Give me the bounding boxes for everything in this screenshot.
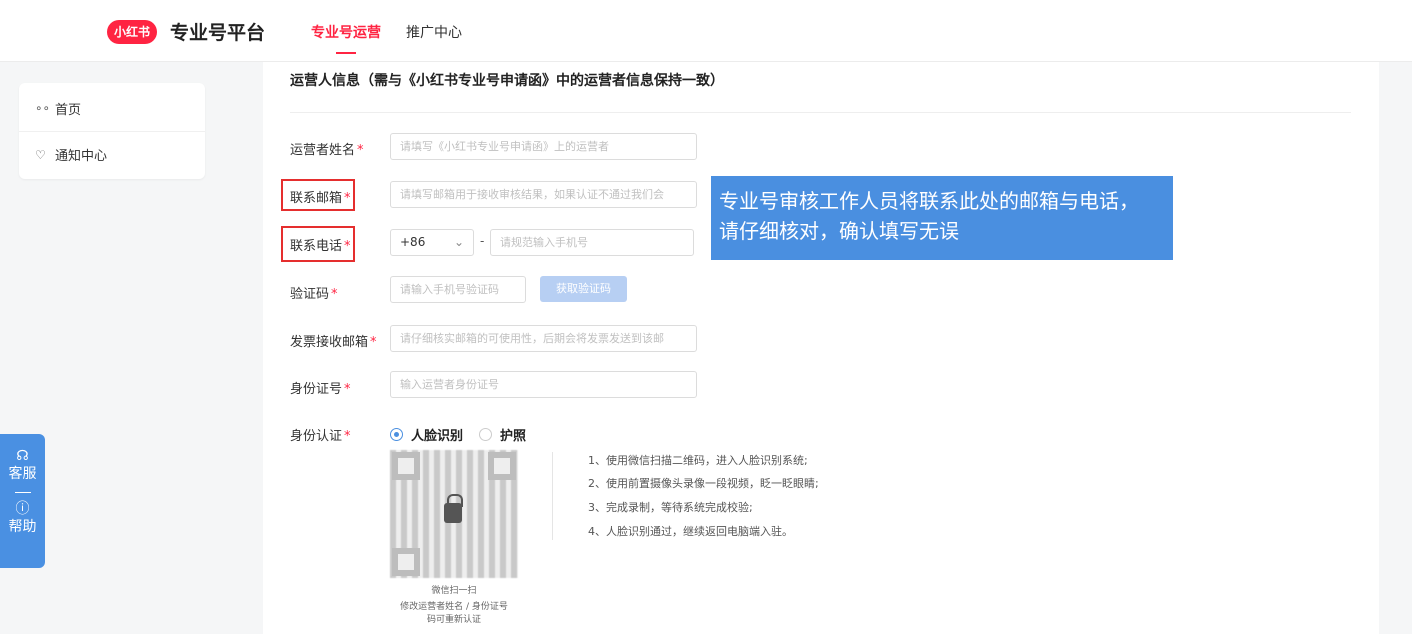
- operator-name-input[interactable]: 请填写《小红书专业号申请函》上的运营者: [390, 133, 697, 160]
- tab-pro-operation[interactable]: 专业号运营: [311, 22, 381, 42]
- invoice-email-label: 发票接收邮箱 *: [290, 335, 377, 350]
- invoice-email-input[interactable]: 请仔细核实邮箱的可使用性，后期会将发票发送到该邮: [390, 325, 697, 352]
- callout-line-1: 专业号审核工作人员将联系此处的邮箱与电话，: [719, 189, 1139, 213]
- main-content: 运营人信息（需与《小红书专业号申请函》中的运营者信息保持一致） 运营者姓名 * 请…: [263, 62, 1379, 634]
- lock-icon: [444, 494, 463, 523]
- instruction-step-4: 4、人脸识别通过，继续返回电脑端入驻。: [588, 525, 793, 538]
- operator-name-label: 运营者姓名 *: [290, 143, 364, 158]
- divider: [14, 492, 31, 493]
- chevron-down-icon: ⌄: [453, 235, 464, 249]
- steps-divider: [552, 452, 553, 540]
- bell-icon: ♡: [35, 147, 46, 162]
- radio-unchecked-icon: [479, 428, 492, 441]
- floating-service-panel: ☊ 客服 ⓘ 帮助: [0, 434, 45, 568]
- help-button[interactable]: 帮助: [9, 517, 37, 537]
- section-divider: [290, 112, 1351, 113]
- review-notice-callout: 专业号审核工作人员将联系此处的邮箱与电话， 请仔细核对，确认填写无误: [711, 176, 1173, 260]
- phone-label: 联系电话 *: [290, 239, 351, 254]
- customer-service-button[interactable]: 客服: [9, 464, 37, 484]
- qr-finder-pattern: [488, 452, 516, 480]
- get-code-button[interactable]: 获取验证码: [540, 276, 627, 302]
- phone-input[interactable]: 请规范输入手机号: [490, 229, 694, 256]
- verification-code-input[interactable]: 请输入手机号验证码: [390, 276, 526, 303]
- sidebar: ∘∘ 首页 ♡ 通知中心: [19, 83, 205, 179]
- qr-finder-pattern: [392, 452, 420, 480]
- id-verification-label: 身份认证 *: [290, 429, 351, 444]
- radio-face-recognition[interactable]: 人脸识别: [390, 425, 463, 444]
- qr-caption-scan: 微信扫一扫: [431, 586, 477, 596]
- tab-promotion-center[interactable]: 推广中心: [406, 22, 462, 42]
- platform-title: 专业号平台: [170, 22, 266, 44]
- top-bar: 小红书 专业号平台 专业号运营 推广中心: [0, 0, 1412, 62]
- xiaohongshu-logo[interactable]: 小红书: [107, 20, 157, 44]
- sidebar-item-label: 首页: [55, 102, 82, 118]
- grid-icon: ∘∘: [35, 101, 51, 115]
- instruction-step-3: 3、完成录制，等待系统完成校验;: [588, 501, 753, 514]
- radio-checked-icon: [390, 428, 403, 441]
- active-tab-indicator: [336, 52, 356, 54]
- headset-icon[interactable]: ☊: [16, 448, 28, 464]
- verification-code-label: 验证码 *: [290, 287, 338, 302]
- email-input[interactable]: 请填写邮箱用于接收审核结果，如果认证不通过我们会: [390, 181, 697, 208]
- phone-separator: -: [480, 234, 485, 248]
- qr-caption-reauth: 修改运营者姓名 / 身份证号: [400, 602, 508, 612]
- sidebar-item-notifications[interactable]: ♡ 通知中心: [19, 131, 205, 177]
- qr-caption-reauth-2: 码可重新认证: [426, 615, 481, 625]
- id-number-input[interactable]: 输入运营者身份证号: [390, 371, 697, 398]
- country-code-select[interactable]: +86 ⌄: [390, 229, 474, 256]
- qr-finder-pattern: [392, 548, 420, 576]
- help-icon[interactable]: ⓘ: [16, 501, 30, 517]
- radio-passport[interactable]: 护照: [479, 425, 526, 444]
- instruction-step-1: 1、使用微信扫描二维码，进入人脸识别系统;: [588, 454, 808, 467]
- callout-line-2: 请仔细核对，确认填写无误: [719, 219, 959, 243]
- id-number-label: 身份证号 *: [290, 382, 351, 397]
- instruction-step-2: 2、使用前置摄像头录像一段视频，眨一眨眼睛;: [588, 477, 819, 490]
- sidebar-item-label: 通知中心: [55, 149, 108, 164]
- email-label: 联系邮箱 *: [290, 191, 351, 206]
- sidebar-item-home[interactable]: ∘∘ 首页: [19, 85, 205, 131]
- section-title: 运营人信息（需与《小红书专业号申请函》中的运营者信息保持一致）: [290, 73, 724, 89]
